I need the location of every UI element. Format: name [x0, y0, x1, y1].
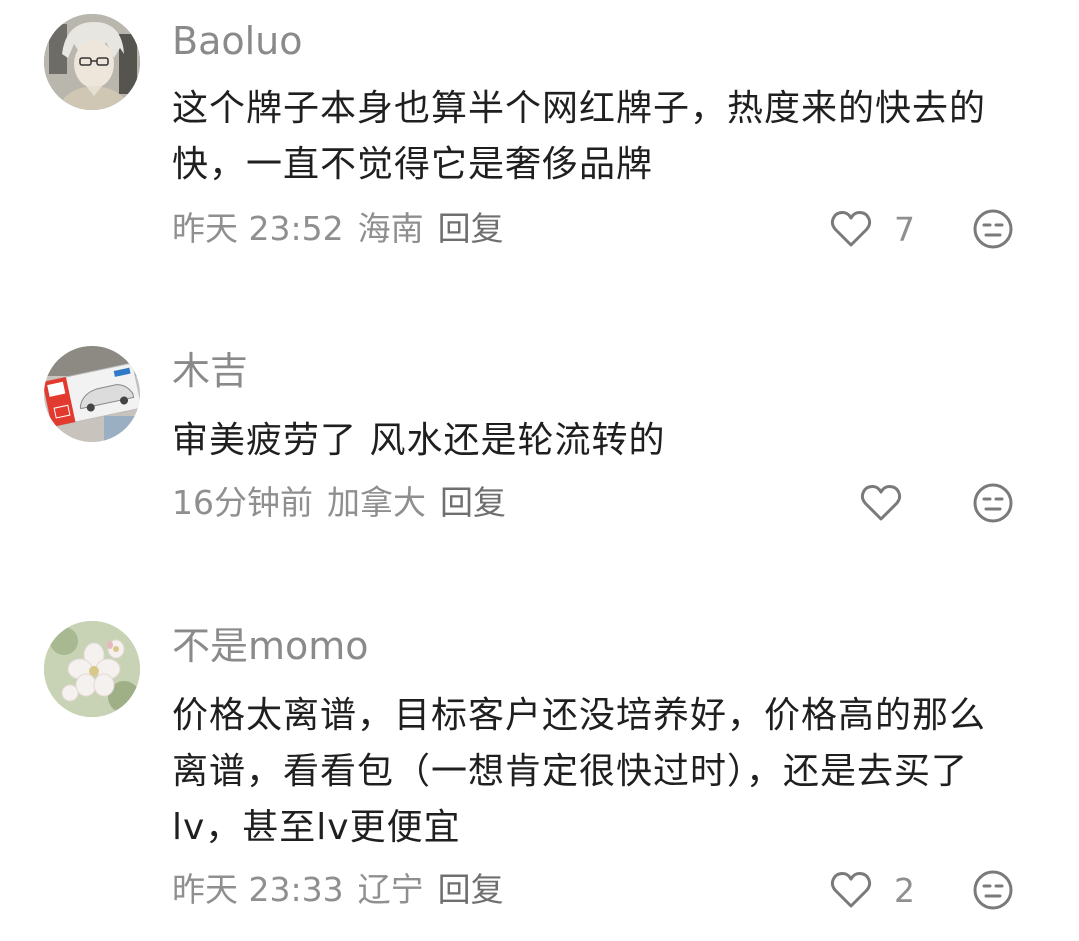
heart-outline-icon: [860, 485, 902, 521]
comment-text: 价格太离谱，目标客户还没培养好，价格高的那么离谱，看看包（一想肯定很快过时），还…: [172, 695, 987, 848]
user-avatar[interactable]: [44, 14, 140, 110]
emoji-reaction-button[interactable]: [972, 869, 1014, 911]
like-button[interactable]: 2: [830, 870, 915, 910]
comment-meta: 昨天 23:52 海南 回复: [172, 212, 518, 245]
reply-button[interactable]: 回复: [438, 209, 504, 248]
comment-meta: 昨天 23:33 辽宁 回复: [172, 873, 518, 906]
comment-time: 昨天 23:52: [172, 209, 344, 248]
user-avatar[interactable]: [44, 346, 140, 442]
comment-location: 加拿大: [327, 483, 426, 522]
username[interactable]: 木吉: [172, 352, 248, 390]
heart-outline-icon: [830, 872, 872, 908]
like-count: 7: [894, 209, 915, 249]
emoji-reaction-button[interactable]: [972, 482, 1014, 524]
meh-face-icon: [973, 870, 1013, 910]
reply-button[interactable]: 回复: [438, 870, 504, 909]
comment-location: 海南: [357, 209, 424, 248]
anime-boy-avatar-icon: [44, 14, 140, 110]
user-avatar[interactable]: [44, 621, 140, 717]
emoji-reaction-button[interactable]: [972, 208, 1014, 250]
username[interactable]: 不是momo: [172, 627, 369, 665]
comment-text: 这个牌子本身也算半个网红牌子，热度来的快去的快，一直不觉得它是奢侈品牌: [172, 88, 987, 185]
like-count: 2: [894, 870, 915, 910]
meh-face-icon: [973, 209, 1013, 249]
like-button[interactable]: 7: [830, 209, 915, 249]
comment-meta: 16分钟前 加拿大 回复: [172, 486, 520, 519]
flower-avatar-icon: [44, 621, 140, 717]
comment-text: 审美疲劳了 风水还是轮流转的: [172, 420, 666, 461]
meh-face-icon: [973, 483, 1013, 523]
comment-time: 16分钟前: [172, 483, 313, 522]
toy-car-box-avatar-icon: [44, 346, 140, 442]
like-button[interactable]: [860, 483, 924, 523]
comment-location: 辽宁: [357, 870, 424, 909]
username[interactable]: Baoluo: [172, 22, 303, 60]
reply-button[interactable]: 回复: [440, 483, 506, 522]
comment-time: 昨天 23:33: [172, 870, 344, 909]
heart-outline-icon: [830, 211, 872, 247]
